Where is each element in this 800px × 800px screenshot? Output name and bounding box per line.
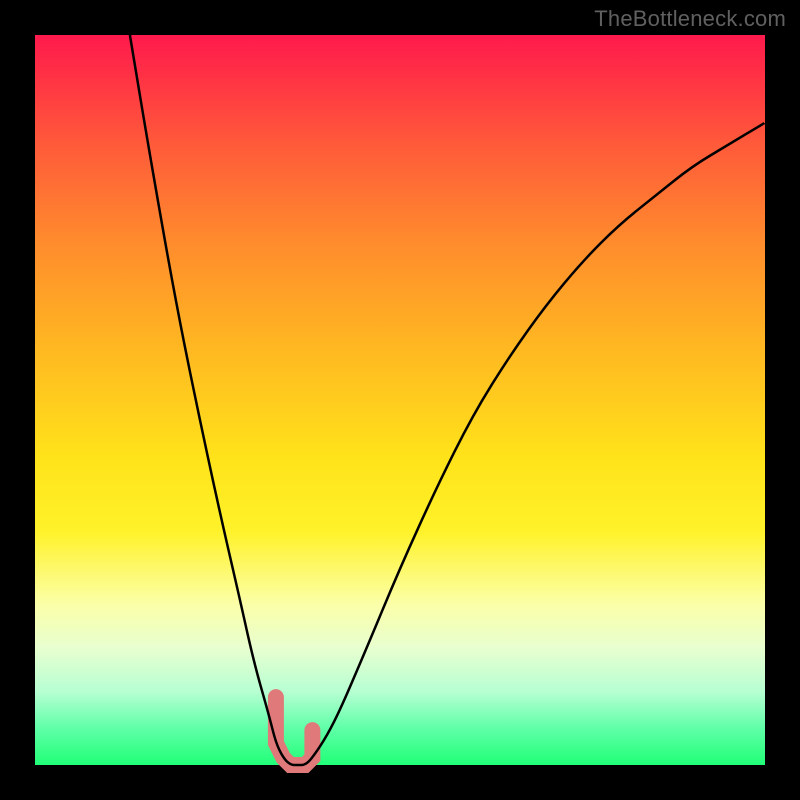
curve-svg [35,35,765,765]
watermark-text: TheBottleneck.com [594,6,786,32]
plot-area [35,35,765,765]
bottleneck-curve [130,35,765,765]
chart-outer-frame: TheBottleneck.com [0,0,800,800]
